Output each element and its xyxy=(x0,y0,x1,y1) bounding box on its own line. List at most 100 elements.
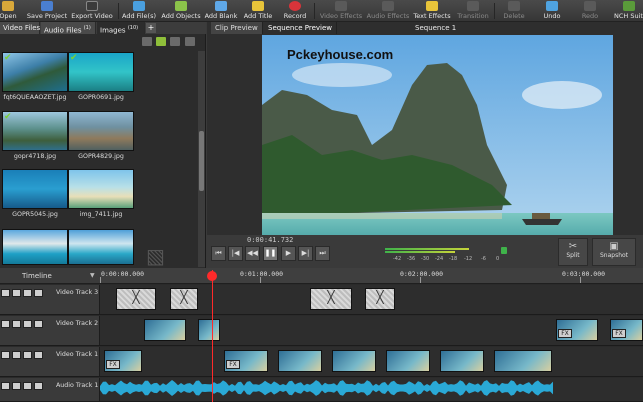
timeline-clip[interactable] xyxy=(116,288,156,310)
tab-images[interactable]: Images (10) xyxy=(97,22,145,34)
media-caption: GOPR5045.jpg xyxy=(12,211,58,218)
go-end-button[interactable]: ⏭ xyxy=(315,246,330,261)
track-body[interactable]: FX FX xyxy=(100,316,643,345)
tab-sequence-preview[interactable]: Sequence Preview xyxy=(264,22,338,34)
nch-suite-icon xyxy=(622,1,635,11)
export-video-button[interactable]: Export Video xyxy=(71,0,113,22)
track-lock-icon[interactable] xyxy=(23,320,32,328)
text-effects-button[interactable]: Text Effects xyxy=(413,0,451,22)
add-tab-button[interactable]: + xyxy=(146,23,156,33)
fx-badge[interactable]: FX xyxy=(558,329,572,338)
media-thumbnail[interactable] xyxy=(2,169,68,209)
media-grid: ✔ fqt6QUEAAOZET.jpg ✔ GOPR0691.jpg ✔ gop… xyxy=(0,51,196,268)
track-body[interactable] xyxy=(100,285,643,314)
nch-suite-button[interactable]: NCH Suite xyxy=(614,0,643,22)
add-media-icon[interactable] xyxy=(156,37,166,46)
add-files-button[interactable]: Add File(s) xyxy=(121,0,157,22)
timeline-clip[interactable] xyxy=(278,350,322,372)
main-toolbar: Open Save Project Export Video Add File(… xyxy=(0,0,643,22)
video-preview[interactable]: Pckeyhouse.com xyxy=(262,35,613,257)
track-lock-icon[interactable] xyxy=(23,289,32,297)
media-thumbnail[interactable] xyxy=(68,111,134,151)
track-visibility-icon[interactable] xyxy=(12,289,21,297)
chevron-down-icon[interactable]: ▼ xyxy=(90,272,95,279)
step-back-button[interactable]: |◀ xyxy=(228,246,243,261)
preview-panel: Clip Preview Sequence Preview Sequence 1 xyxy=(207,22,643,268)
playhead[interactable] xyxy=(212,270,213,402)
tab-audio-files[interactable]: Audio Files (1) xyxy=(41,22,96,34)
add-objects-button[interactable]: Add Objects xyxy=(160,0,202,22)
split-button[interactable]: ✂ Split xyxy=(558,238,588,266)
track-mute-icon[interactable] xyxy=(12,382,21,390)
timeline-clip[interactable] xyxy=(494,350,552,372)
fx-badge[interactable]: FX xyxy=(226,360,240,369)
timeline-header: Timeline ▼ xyxy=(0,268,100,284)
track-settings-icon[interactable] xyxy=(34,351,43,359)
media-thumbnail[interactable]: ✔ xyxy=(2,111,68,151)
tab-clip-preview[interactable]: Clip Preview xyxy=(211,22,263,34)
track-toggle-icon[interactable] xyxy=(1,351,10,359)
delete-button[interactable]: Delete xyxy=(500,0,528,22)
transition-button[interactable]: Transition xyxy=(455,0,491,22)
audio-effects-button[interactable]: Audio Effects xyxy=(366,0,410,22)
timeline-clip[interactable] xyxy=(310,288,352,310)
timeline-clip[interactable] xyxy=(332,350,376,372)
track-settings-icon[interactable] xyxy=(34,320,43,328)
track-settings-icon[interactable] xyxy=(34,289,43,297)
step-forward-button[interactable]: ▶| xyxy=(298,246,313,261)
timeline-clip[interactable] xyxy=(170,288,198,310)
audio-effects-icon xyxy=(382,1,394,11)
media-thumbnail[interactable] xyxy=(2,229,68,265)
text-effects-icon xyxy=(426,1,438,11)
undo-button[interactable]: Undo xyxy=(540,0,564,22)
timeline-clip[interactable] xyxy=(386,350,430,372)
rewind-button[interactable]: ◀◀ xyxy=(245,246,260,261)
track-lock-icon[interactable] xyxy=(23,382,32,390)
media-scrollbar[interactable] xyxy=(198,51,205,267)
track-settings-icon[interactable] xyxy=(34,382,43,390)
media-thumbnail[interactable] xyxy=(68,229,134,265)
view-list-icon[interactable] xyxy=(142,37,152,46)
import-icon[interactable] xyxy=(170,37,180,46)
pause-button[interactable]: ❚❚ xyxy=(263,246,278,261)
open-button[interactable]: Open xyxy=(0,0,18,22)
fx-badge[interactable]: FX xyxy=(106,360,120,369)
media-thumbnail[interactable]: ✔ xyxy=(68,52,134,92)
scrollbar-thumb[interactable] xyxy=(199,131,204,191)
add-blank-button[interactable]: Add Blank xyxy=(204,0,238,22)
delete-icon xyxy=(508,1,520,11)
track-visibility-icon[interactable] xyxy=(12,351,21,359)
timeline-ruler[interactable]: 0:00:00.000 0:01:00.000 0:02:00.000 0:03… xyxy=(100,268,643,284)
timeline-clip[interactable] xyxy=(440,350,484,372)
fx-badge[interactable]: FX xyxy=(612,329,626,338)
track-toggle-icon[interactable] xyxy=(1,382,10,390)
media-caption: GOPR0691.jpg xyxy=(78,94,124,101)
timeline-clip[interactable] xyxy=(198,319,220,341)
track-visibility-icon[interactable] xyxy=(12,320,21,328)
track-body[interactable]: FX FX xyxy=(100,347,643,376)
media-thumbnail[interactable]: ✔ xyxy=(2,52,68,92)
audio-track-1: Audio Track 1 xyxy=(0,378,643,402)
video-effects-button[interactable]: Video Effects xyxy=(318,0,364,22)
timeline-clip[interactable] xyxy=(365,288,395,310)
grid-view-icon[interactable] xyxy=(185,37,195,46)
playhead-handle[interactable] xyxy=(207,271,217,281)
timeline-clip[interactable] xyxy=(144,319,186,341)
redo-button[interactable]: Redo xyxy=(578,0,602,22)
check-icon: ✔ xyxy=(4,53,12,63)
add-title-button[interactable]: Add Title xyxy=(242,0,274,22)
app-window: Open Save Project Export Video Add File(… xyxy=(0,0,643,402)
go-start-button[interactable]: ⏮ xyxy=(211,246,226,261)
track-toggle-icon[interactable] xyxy=(1,289,10,297)
video-track-2: Video Track 2 FX FX xyxy=(0,316,643,346)
folder-icon xyxy=(2,1,14,11)
play-button[interactable]: ▶ xyxy=(281,246,296,261)
snapshot-button[interactable]: ▣ Snapshot xyxy=(592,238,636,266)
save-icon xyxy=(41,1,53,11)
tab-video-files[interactable]: Video Files xyxy=(0,22,40,34)
record-button[interactable]: Record xyxy=(281,0,309,22)
media-thumbnail[interactable] xyxy=(68,169,134,209)
track-toggle-icon[interactable] xyxy=(1,320,10,328)
track-lock-icon[interactable] xyxy=(23,351,32,359)
save-project-button[interactable]: Save Project xyxy=(25,0,69,22)
